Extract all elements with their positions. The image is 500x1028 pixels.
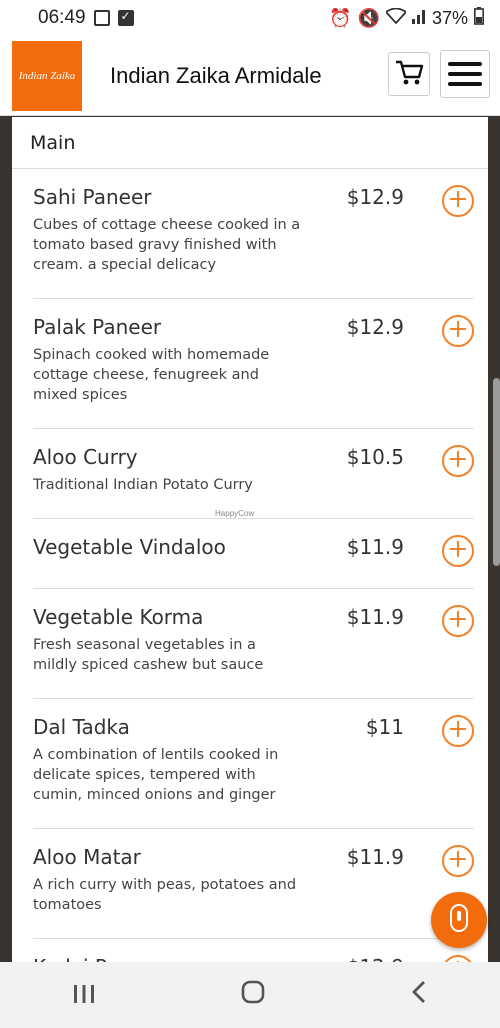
check-notification-icon <box>117 9 134 26</box>
page-title: Indian Zaika Armidale <box>110 62 322 88</box>
watermark: HappyCow <box>215 509 255 518</box>
menu-item-description: A combination of lentils cooked in delic… <box>33 747 279 803</box>
menu-item-name: Vegetable Vindaloo <box>33 535 226 559</box>
menu-item-price: $12.9 <box>346 315 404 339</box>
plus-circle-icon <box>448 448 468 474</box>
signal-icon <box>411 8 426 29</box>
menu-item-price: $10.5 <box>346 445 404 469</box>
add-to-cart-button[interactable] <box>442 535 474 567</box>
alarm-icon: ⏰ <box>329 7 352 28</box>
battery-percent: 37% <box>431 7 468 28</box>
add-to-cart-button[interactable] <box>442 955 474 962</box>
add-to-cart-button[interactable] <box>442 445 474 477</box>
recent-apps-icon[interactable] <box>72 979 96 1012</box>
menu-item-price: $11 <box>365 715 404 739</box>
add-to-cart-button[interactable] <box>442 715 474 747</box>
add-to-cart-button[interactable] <box>442 185 474 217</box>
add-to-cart-button[interactable] <box>442 315 474 347</box>
chat-icon <box>448 903 470 937</box>
shopping-cart-icon <box>394 57 424 91</box>
menu-item-price: $12.9 <box>346 185 404 209</box>
menu-item-description: Cubes of cottage cheese cooked in a toma… <box>33 217 301 273</box>
system-nav-bar <box>0 962 500 1028</box>
app-header: Indian Zaika Indian Zaika Armidale <box>0 36 500 116</box>
menu-item-price: $11.9 <box>346 535 404 559</box>
restaurant-logo[interactable]: Indian Zaika <box>12 40 82 111</box>
menu-item-name: Aloo Matar <box>33 845 141 869</box>
menu-item-description: Fresh seasonal vegetables in a mildly sp… <box>33 637 264 673</box>
menu-item-name: Sahi Paneer <box>33 185 152 209</box>
menu-item[interactable]: Kadai Paneer $12.9 <box>33 939 474 962</box>
plus-circle-icon <box>448 318 468 344</box>
menu-item[interactable]: Palak Paneer $12.9 Spinach cooked with hom… <box>33 299 474 429</box>
menu-item-name: Aloo Curry <box>33 445 138 469</box>
menu-item[interactable]: Vegetable Korma $11.9 Fresh seasonal veget… <box>33 589 474 699</box>
logo-text: Indian Zaika <box>18 69 76 82</box>
status-time: 06:49 <box>38 7 86 28</box>
home-icon[interactable] <box>240 979 266 1012</box>
menu-item-description: A rich curry with peas, potatoes and tom… <box>33 877 297 913</box>
plus-circle-icon <box>448 848 468 874</box>
scrollbar-thumb[interactable] <box>493 378 500 566</box>
menu-item-name: Palak Paneer <box>33 315 162 339</box>
add-to-cart-button[interactable] <box>442 605 474 637</box>
back-icon[interactable] <box>410 979 428 1012</box>
menu-item-description: Spinach cooked with homemade cottage che… <box>33 347 270 403</box>
mute-icon: 🔇 <box>357 7 380 28</box>
menu-content: Main Sahi Paneer $12.9 Cubes of cottage ch… <box>12 117 488 962</box>
menu-item[interactable]: Vegetable Vindaloo $11.9 <box>33 519 474 589</box>
menu-item-name: Kadai Paneer <box>33 955 164 962</box>
menu-item-price: $12.9 <box>347 955 404 962</box>
plus-circle-icon <box>448 608 468 634</box>
menu-item-name: Vegetable Korma <box>33 605 204 629</box>
menu-item[interactable]: Aloo Matar $11.9 A rich curry with peas, p… <box>33 829 474 939</box>
battery-icon <box>474 6 484 30</box>
add-to-cart-button[interactable] <box>442 845 474 877</box>
plus-circle-icon <box>448 538 468 564</box>
menu-item-list: Sahi Paneer $12.9 Cubes of cottage cheese … <box>12 169 488 962</box>
section-title: Main <box>12 117 488 169</box>
menu-item-price: $11.9 <box>346 845 404 869</box>
menu-item-name: Dal Tadka <box>33 715 130 739</box>
gallery-notification-icon <box>93 10 110 26</box>
status-bar: 06:49 ⏰ 🔇 37% <box>0 0 500 36</box>
plus-circle-icon <box>448 188 468 214</box>
menu-item-price: $11.9 <box>346 605 404 629</box>
menu-item[interactable]: Sahi Paneer $12.9 Cubes of cottage cheese … <box>33 169 474 299</box>
chat-fab-button[interactable] <box>431 892 487 948</box>
plus-circle-icon <box>448 718 468 744</box>
menu-item[interactable]: Aloo Curry $10.5 Traditional Indian Potato… <box>33 429 474 519</box>
hamburger-menu-button[interactable] <box>440 50 490 98</box>
wifi-icon <box>384 7 408 29</box>
menu-item[interactable]: Dal Tadka $11 A combination of lentils coo… <box>33 699 474 829</box>
menu-item-description: Traditional Indian Potato Curry <box>33 477 253 493</box>
cart-button[interactable] <box>388 52 430 96</box>
hamburger-menu-icon <box>448 62 482 66</box>
